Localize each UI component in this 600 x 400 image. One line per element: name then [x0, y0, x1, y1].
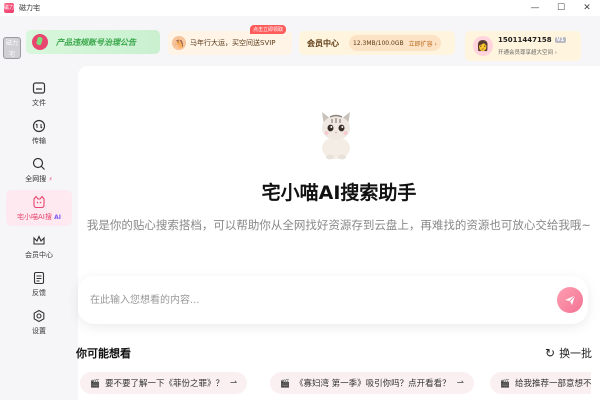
send-icon [565, 295, 576, 305]
arrow-icon: ⇀ [456, 378, 464, 388]
suggestion-chip[interactable]: 🎬 《寡妇湾 第一季》吸引你吗？点开看看？ ⇀ [270, 372, 474, 394]
promo-text: 马年行大运，买空间送SVIP [190, 39, 276, 47]
suggestion-chip[interactable]: 🎬 给我推荐一部意想不 [490, 372, 592, 394]
flash-icon: ⚡ [48, 175, 53, 183]
member-center-card[interactable]: 会员中心 12.3MB/100.0GB 立即扩容 › [299, 31, 455, 55]
search-input[interactable] [90, 290, 530, 310]
avatar[interactable]: 👩 [473, 36, 493, 56]
send-button[interactable] [557, 287, 583, 313]
suggestions-title: 你可能想看 [76, 347, 131, 360]
cat-mascot-icon [314, 104, 358, 160]
sidebar-item-files[interactable]: 文件 [6, 76, 72, 112]
maximize-button[interactable]: ☐ [548, 0, 574, 16]
search-icon [32, 157, 46, 171]
sidebar-item-label: 文件 [32, 98, 46, 107]
app-logo[interactable]: 磁力宅 [3, 37, 21, 59]
suggestion-text: 要不要了解一下《菲份之罪》？ [104, 379, 224, 389]
horse-icon: 🐴 [172, 36, 186, 50]
window-controls: — ☐ ✕ [522, 0, 600, 16]
promo-banner[interactable]: 点击立即领取 🐴 马年行大运，买空间送SVIP [168, 25, 292, 55]
suggestion-text: 《寡妇湾 第一季》吸引你吗？点开看看？ [294, 379, 451, 389]
user-level-badge: V1 [554, 37, 566, 43]
user-phone-number: 15011447158 [498, 36, 552, 44]
user-upgrade-link[interactable]: 开通会员尊享超大空间 › [498, 48, 557, 56]
top-banner-bar: 产品违规账号治理公告 点击立即领取 🐴 马年行大运，买空间送SVIP 会员中心 … [24, 25, 600, 64]
clapperboard-icon: 🎬 [500, 378, 510, 388]
user-card[interactable]: 👩 15011447158 V1 开通会员尊享超大空间 › [465, 31, 581, 61]
cat-icon [32, 195, 46, 209]
search-box [78, 276, 588, 324]
sidebar-item-label: 会员中心 [25, 250, 53, 259]
sidebar-item-label: 反馈 [32, 288, 46, 297]
suggestion-list: 🎬 要不要了解一下《菲份之罪》？ ⇀ 🎬 《寡妇湾 第一季》吸引你吗？点开看看？… [80, 372, 600, 396]
clapperboard-icon: 🎬 [90, 378, 100, 388]
ai-badge: AI [54, 213, 61, 221]
transfer-icon [32, 119, 46, 133]
user-phone: 15011447158 V1 [498, 36, 566, 44]
arrow-icon: ⇀ [229, 378, 238, 388]
refresh-button[interactable]: ↻ 换一批 [545, 345, 592, 361]
crown-icon [32, 233, 46, 247]
page-title: 宅小喵AI搜索助手 [261, 182, 417, 204]
expand-storage-link[interactable]: 立即扩容 › [409, 39, 437, 48]
sidebar-item-label: 全网搜 [25, 174, 47, 183]
feedback-icon [32, 271, 46, 285]
sidebar-item-ai-search[interactable]: 宅小喵AI搜 AI [6, 190, 72, 226]
gear-icon [32, 309, 46, 323]
title-bar: 磁力 磁力宅 — ☐ ✕ [0, 0, 600, 16]
suggestion-chip[interactable]: 🎬 要不要了解一下《菲份之罪》？ ⇀ [80, 372, 248, 394]
storage-pill: 12.3MB/100.0GB 立即扩容 › [349, 35, 441, 51]
folder-icon [32, 81, 46, 95]
sidebar-item-label: 宅小喵AI搜 [17, 212, 52, 221]
sidebar-item-feedback[interactable]: 反馈 [6, 266, 72, 302]
window-title: 磁力宅 [19, 4, 40, 12]
megaphone-icon [32, 34, 48, 50]
refresh-label: 换一批 [559, 347, 593, 360]
member-center-title: 会员中心 [307, 38, 339, 48]
clapperboard-icon: 🎬 [280, 378, 290, 388]
sidebar-item-member[interactable]: 会员中心 [6, 228, 72, 264]
main-panel: 宅小喵AI搜索助手 我是你的贴心搜索搭档，可以帮助你从全网找好资源存到云盘上，再… [76, 66, 600, 400]
sidebar-item-transfer[interactable]: 传输 [6, 114, 72, 150]
sidebar: 磁力宅 文件 传输 全网搜 ⚡ 宅小喵AI搜 AI 会员中心 反馈 设置 [0, 16, 76, 400]
suggestion-text: 给我推荐一部意想不 [514, 379, 592, 389]
sidebar-item-label: 设置 [32, 326, 46, 335]
app-icon: 磁力 [4, 3, 15, 13]
minimize-button[interactable]: — [522, 0, 548, 16]
notice-text: 产品违规账号治理公告 [56, 37, 136, 47]
page-description: 我是你的贴心搜索搭档，可以帮助你从全网找好资源存到云盘上，再难找的资源也可放心交… [86, 218, 592, 232]
notice-banner[interactable]: 产品违规账号治理公告 [26, 30, 160, 54]
sidebar-item-search[interactable]: 全网搜 ⚡ [6, 152, 72, 188]
promo-badge: 点击立即领取 [249, 25, 286, 34]
sidebar-item-settings[interactable]: 设置 [6, 304, 72, 340]
refresh-icon: ↻ [545, 346, 556, 360]
storage-usage: 12.3MB/100.0GB [353, 39, 404, 47]
sidebar-item-label: 传输 [32, 136, 46, 145]
close-button[interactable]: ✕ [574, 0, 600, 16]
